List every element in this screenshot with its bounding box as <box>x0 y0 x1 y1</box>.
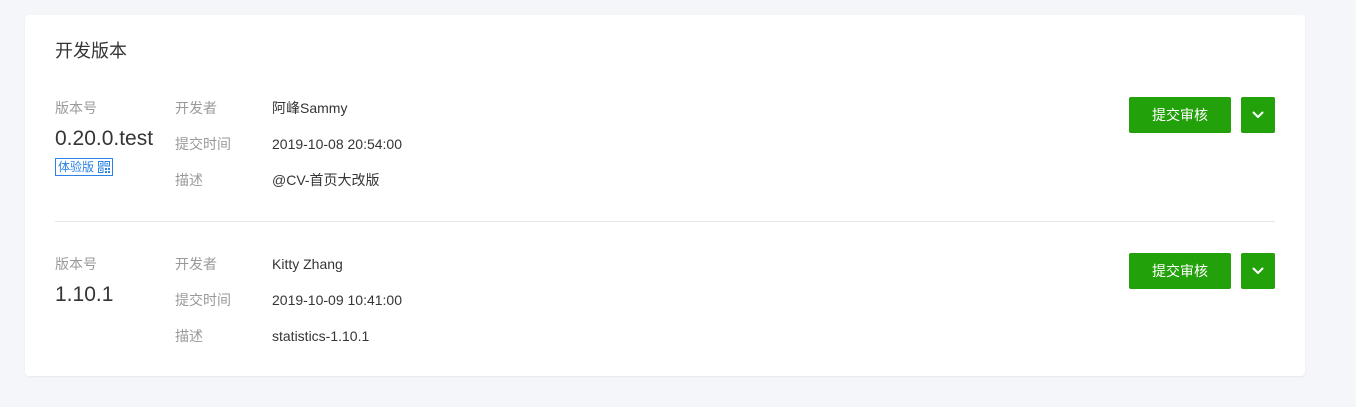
submit-review-button[interactable]: 提交审核 <box>1129 253 1231 289</box>
submit-time-value: 2019-10-08 20:54:00 <box>272 136 402 152</box>
version-label: 版本号 <box>55 100 97 116</box>
more-actions-button[interactable] <box>1241 253 1275 289</box>
experience-badge[interactable]: 体验版 <box>55 158 114 176</box>
developer-label: 开发者 <box>175 100 217 116</box>
version-row: 版本号 0.20.0.test 体验版 开发者 阿峰Sammy 提交时间 201… <box>55 97 1275 221</box>
description-value: @CV-首页大改版 <box>272 172 380 188</box>
version-number: 0.20.0.test <box>55 127 154 150</box>
developer-label: 开发者 <box>175 256 217 272</box>
more-actions-button[interactable] <box>1241 97 1275 133</box>
section-title: 开发版本 <box>55 41 127 61</box>
submit-review-button[interactable]: 提交审核 <box>1129 97 1231 133</box>
version-row: 版本号 1.10.1 开发者 Kitty Zhang 提交时间 2019-10-… <box>55 253 1275 353</box>
developer-value: 阿峰Sammy <box>272 100 348 116</box>
version-number: 1.10.1 <box>55 283 114 306</box>
chevron-down-icon <box>1252 111 1264 118</box>
submit-time-label: 提交时间 <box>175 136 231 152</box>
qr-code-icon[interactable] <box>98 161 111 173</box>
description-label: 描述 <box>175 328 203 344</box>
dev-versions-card: 开发版本 版本号 0.20.0.test 体验版 开发者 阿峰Sammy 提交时… <box>25 15 1305 376</box>
submit-time-value: 2019-10-09 10:41:00 <box>272 292 402 308</box>
description-value: statistics-1.10.1 <box>272 328 370 344</box>
description-label: 描述 <box>175 172 203 188</box>
experience-badge-label: 体验版 <box>58 160 95 174</box>
version-label: 版本号 <box>55 256 97 272</box>
submit-time-label: 提交时间 <box>175 292 231 308</box>
row-divider <box>55 221 1275 222</box>
developer-value: Kitty Zhang <box>272 256 343 272</box>
chevron-down-icon <box>1252 267 1264 274</box>
